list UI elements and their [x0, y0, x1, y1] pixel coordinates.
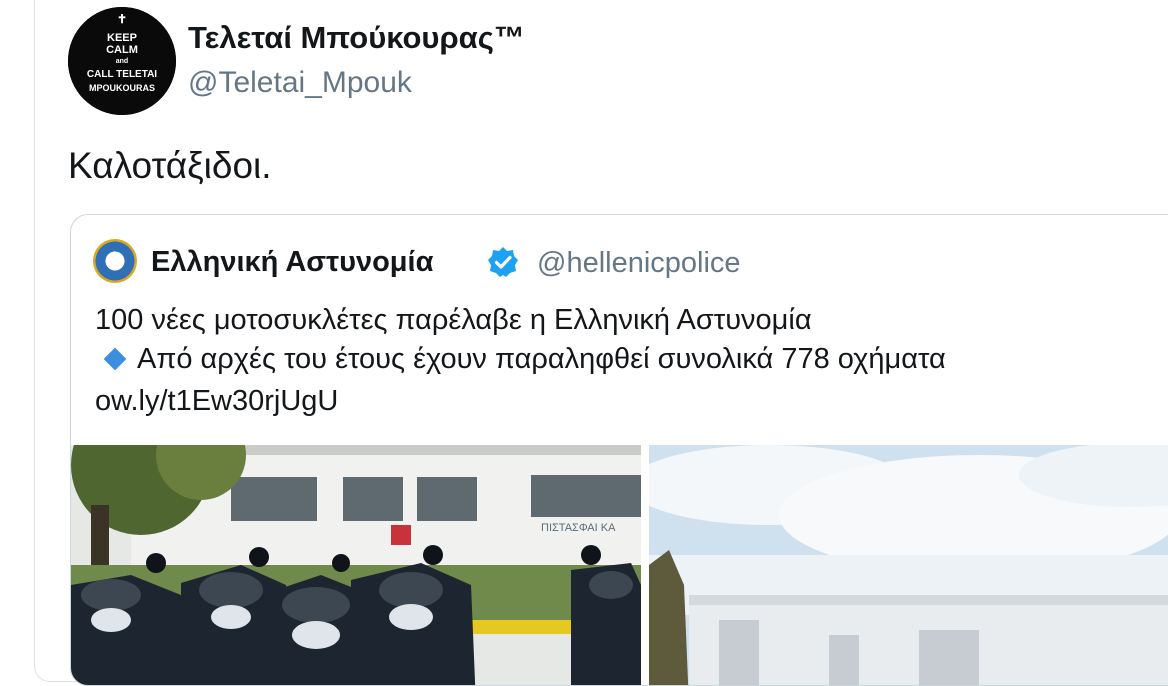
building-sign-text: ΠΙΣΤΑΣΦΑΙ ΚΑ — [541, 522, 616, 534]
quoted-text-line-2: Από αρχές του έτους έχουν παραληφθεί συν… — [95, 343, 946, 376]
quoted-author-handle[interactable]: @hellenicpolice — [537, 247, 741, 280]
motorcycles-photo-illustration: ΠΙΣΤΑΣΦΑΙ ΚΑ — [71, 445, 641, 685]
svg-text:✝: ✝ — [117, 12, 127, 26]
quoted-text-line-1: 100 νέες μοτοσυκλέτες παρέλαβε η Ελληνικ… — [95, 304, 812, 336]
blue-diamond-icon — [103, 347, 127, 371]
avatar-text-call: CALL TELETAI — [87, 69, 157, 80]
police-building-photo-illustration — [649, 445, 1168, 685]
quoted-link[interactable]: ow.ly/t1Ew30rjUgU — [95, 385, 338, 418]
tweet-text: Καλοτάξιδοι. — [68, 145, 272, 186]
author-display-name[interactable]: Τελεταί Μπούκουρας™ — [188, 20, 525, 56]
verified-badge-icon — [488, 247, 518, 277]
avatar-text-and: and — [116, 58, 128, 65]
avatar-text-name: MPOUKOURAS — [89, 83, 155, 93]
quoted-text-line-2-content: Από αρχές του έτους έχουν παραληφθεί συν… — [137, 343, 946, 375]
motorcycles-photo[interactable]: ΠΙΣΤΑΣΦΑΙ ΚΑ — [71, 445, 641, 685]
police-emblem-avatar[interactable] — [93, 239, 137, 283]
avatar-text-keep: KEEP — [107, 32, 137, 44]
avatar-text-calm: CALM — [106, 44, 138, 56]
author-avatar[interactable]: ✝ KEEP CALM and CALL TELETAI MPOUKOURAS — [68, 7, 176, 115]
quoted-author-name[interactable]: Ελληνική Αστυνομία — [151, 246, 433, 279]
quoted-tweet-card[interactable]: Ελληνική Αστυνομία @hellenicpolice 100 ν… — [70, 214, 1168, 686]
police-building-photo[interactable] — [649, 445, 1168, 685]
keep-calm-avatar-image: ✝ KEEP CALM and CALL TELETAI MPOUKOURAS — [68, 7, 176, 115]
author-handle[interactable]: @Teletai_Mpouk — [188, 66, 412, 100]
